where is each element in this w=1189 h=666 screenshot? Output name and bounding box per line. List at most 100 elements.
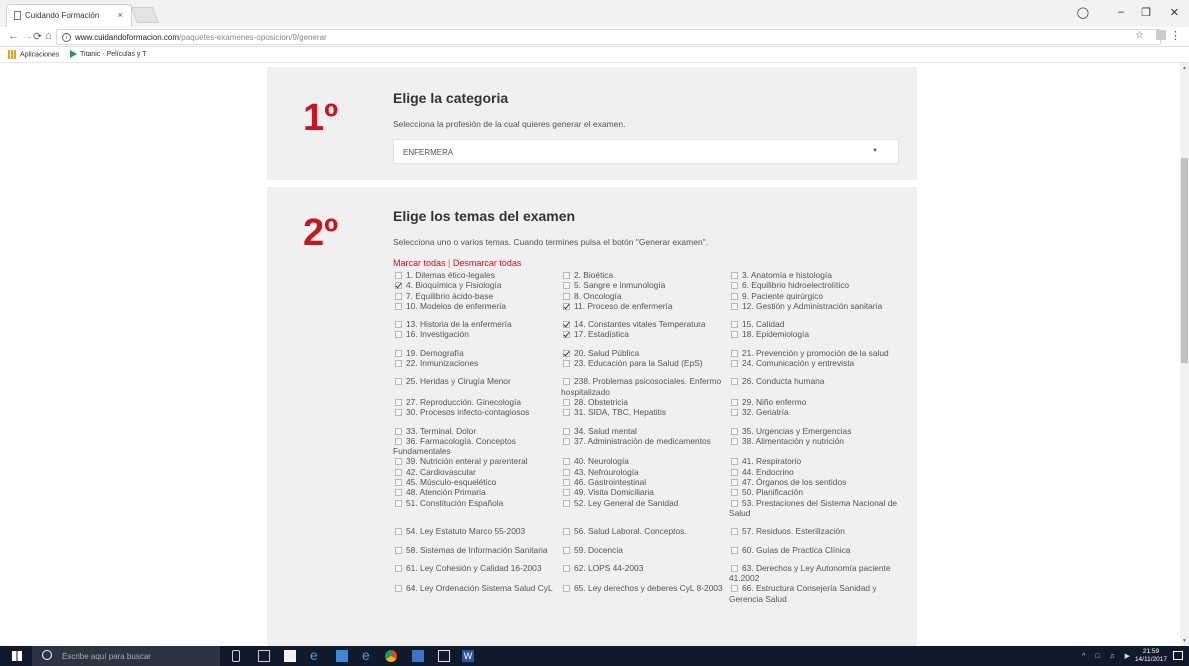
topic-item[interactable]: 17. Estadística [561,329,729,339]
topic-item[interactable]: 65. Ley derechos y deberes CyL 8-2003 [561,583,729,604]
topic-item[interactable]: 66. Estructura Consejería Sanidad y Gere… [729,583,899,604]
back-icon[interactable]: ← [8,30,19,42]
deselect-all-link[interactable]: Desmarcar todas [453,258,522,268]
topic-item[interactable]: 26. Conducta humana [729,376,899,397]
topic-checkbox[interactable] [563,409,570,417]
topic-item[interactable]: 40. Neurología [561,456,729,466]
topic-checkbox[interactable] [395,398,402,406]
topic-item[interactable]: 20. Salud Pública [561,348,729,358]
topic-item[interactable]: 63. Derechos y Ley Autonomía paciente 41… [729,563,899,584]
topic-checkbox[interactable] [563,564,570,572]
topic-checkbox[interactable] [731,349,738,357]
topic-checkbox[interactable] [563,479,570,487]
topic-checkbox[interactable] [395,360,402,368]
clock[interactable]: 21:59 14/11/2017 [1135,648,1167,664]
topic-checkbox[interactable] [563,489,570,497]
topic-checkbox[interactable] [731,292,738,300]
topic-item[interactable]: 5. Sangre e inmunología [561,280,729,290]
topic-item[interactable]: 51. Constitución Española [393,498,561,519]
topic-item[interactable]: 7. Equilibrio ácido-base [393,291,561,301]
topic-checkbox[interactable] [395,489,402,497]
topic-item[interactable]: 37. Administración de medicamentos [561,436,729,457]
chrome-icon[interactable] [385,650,397,662]
topic-item[interactable]: 1. Dilemas ético-legales [393,270,561,280]
topic-item[interactable]: 43. Nefrourología [561,467,729,477]
topic-checkbox[interactable] [563,331,570,339]
system-tray[interactable]: ^ □ ♫ ▶ [1082,652,1134,660]
page-scrollbar[interactable]: ▲ ▼ [1180,63,1189,646]
topic-checkbox[interactable] [395,272,402,279]
bookmark-titanic[interactable]: Titanic - Películas y T [70,50,147,58]
topic-checkbox[interactable] [731,468,738,476]
topic-item[interactable]: 21. Prevención y promoción de la salud [729,348,899,358]
close-window-icon[interactable]: ✕ [1170,6,1179,19]
topic-item[interactable]: 64. Ley Ordenación Sistema Salud CyL [393,583,561,604]
topic-item[interactable]: 32. Geriatría [729,407,899,417]
topic-item[interactable]: 36. Farmacología. Conceptos Fundamentale… [393,436,561,457]
topic-item[interactable]: 35. Urgencias y Emergencias [729,426,899,436]
topic-item[interactable]: 33. Terminal. Dolor [393,426,561,436]
topic-checkbox[interactable] [395,528,402,536]
topic-checkbox[interactable] [731,378,738,386]
info-icon[interactable]: i [62,33,71,42]
topic-checkbox[interactable] [395,321,402,329]
taskbar-search[interactable]: Escribe aquí para buscar [32,646,220,666]
category-select[interactable]: ENFERMERA ▼ [393,139,899,164]
topic-checkbox[interactable] [731,489,738,497]
topic-item[interactable]: 61. Ley Cohesión y Calidad 16-2003 [393,563,561,584]
topic-checkbox[interactable] [731,321,738,329]
topic-item[interactable]: 42. Cardiovascular [393,467,561,477]
account-icon[interactable]: ◯ [1077,6,1089,19]
topic-item[interactable]: 9. Paciente quirúrgico [729,291,899,301]
topic-checkbox[interactable] [731,409,738,417]
minimize-icon[interactable]: – [1118,6,1124,18]
topic-checkbox[interactable] [395,349,402,357]
topic-checkbox[interactable] [563,282,570,290]
topic-item[interactable]: 47. Órganos de los sentidos [729,477,899,487]
topic-checkbox[interactable] [395,302,402,310]
topic-item[interactable]: 4. Bioquímica y Fisiología [393,280,561,290]
topic-checkbox[interactable] [563,272,570,279]
topic-item[interactable]: 41. Respiratorio [729,456,899,466]
topic-checkbox[interactable] [563,468,570,476]
topic-checkbox[interactable] [563,398,570,406]
topic-checkbox[interactable] [731,585,738,593]
topic-item[interactable]: 60. Guías de Practica Clínica [729,545,899,555]
topic-item[interactable]: 11. Proceso de enfermería [561,301,729,311]
topic-checkbox[interactable] [395,479,402,487]
menu-icon[interactable]: ⋮ [1170,29,1181,42]
topic-checkbox[interactable] [563,499,570,507]
topic-item[interactable]: 58. Sistemas de Información Sanitaria [393,545,561,555]
topic-item[interactable]: 53. Prestaciones del Sistema Nacional de… [729,498,899,519]
topic-item[interactable]: 31. SIDA, TBC, Hepatitis [561,407,729,417]
topic-item[interactable]: 56. Salud Laboral. Conceptos. [561,526,729,536]
topic-checkbox[interactable] [563,437,570,445]
restore-icon[interactable]: ❐ [1141,6,1151,19]
topic-checkbox[interactable] [395,409,402,417]
topic-checkbox[interactable] [563,528,570,536]
home-icon[interactable]: ⌂ [45,30,52,42]
topic-checkbox[interactable] [395,282,402,290]
topic-checkbox[interactable] [563,349,570,357]
topic-item[interactable]: 3. Anatomía e histología [729,270,899,280]
topic-checkbox[interactable] [731,427,738,435]
topic-item[interactable]: 16. Investigación [393,329,561,339]
scroll-thumb[interactable] [1181,158,1188,363]
topic-item[interactable]: 30. Procesos infecto-contagiosos [393,407,561,417]
topic-checkbox[interactable] [395,468,402,476]
url-input[interactable]: i www.cuidandoformacion.com/paquetes-exa… [56,29,1161,45]
topic-checkbox[interactable] [731,458,738,466]
topic-checkbox[interactable] [731,360,738,368]
windows-start-icon[interactable] [12,651,22,661]
topic-item[interactable]: 22. Inmunizaciones [393,358,561,368]
topic-checkbox[interactable] [731,302,738,310]
topic-item[interactable]: 59. Docencia [561,545,729,555]
topic-item[interactable]: 18. Epidemiología [729,329,899,339]
bookmark-star-icon[interactable]: ☆ [1135,30,1144,41]
topic-item[interactable]: 62. LOPS 44-2003 [561,563,729,584]
topic-checkbox[interactable] [563,458,570,466]
topic-checkbox[interactable] [563,585,570,593]
topic-item[interactable]: 49. Visita Domiciliaria [561,487,729,497]
task-view-icon[interactable] [258,650,270,662]
topic-checkbox[interactable] [395,331,402,339]
